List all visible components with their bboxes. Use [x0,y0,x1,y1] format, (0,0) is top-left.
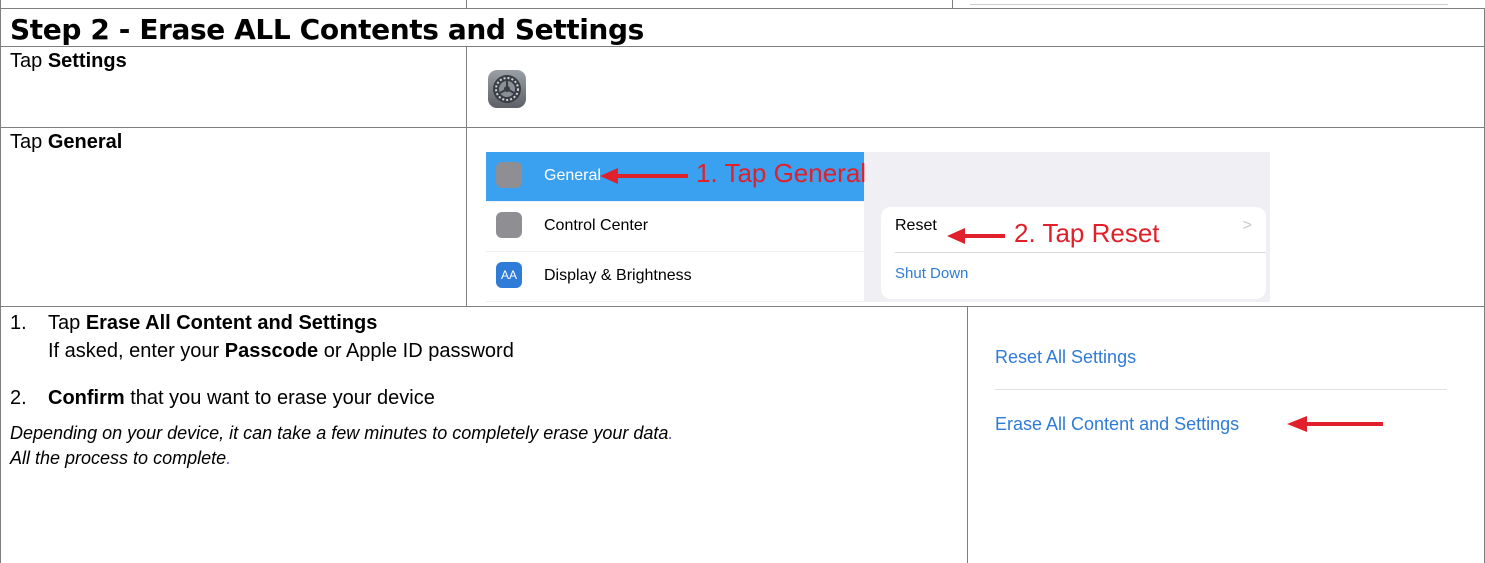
table-border [0,306,1485,307]
note-line-1: Depending on your device, it can take a … [10,423,674,443]
red-arrow-icon [1287,416,1383,432]
table-border [0,8,1485,9]
settings-item-display: AA Display & Brightness [486,252,864,301]
step-1-text: Tap Erase All Content and Settings [48,312,378,334]
step-1: 1. [10,312,27,334]
red-arrow-icon [600,168,688,184]
settings-app-icon [488,70,526,108]
erase-all-content: Erase All Content and Settings [995,414,1240,434]
table-border [0,46,1485,47]
divider [995,389,1447,390]
red-arrow-icon [947,228,1005,244]
top-strip-cell [0,0,467,8]
divider [895,252,1266,253]
step-tap-settings: Tap Settings [10,50,127,72]
table-border [0,127,1485,128]
table-border [967,306,968,563]
gear-icon [496,162,522,188]
step-1-subtext: If asked, enter your Passcode or Apple I… [48,340,514,362]
gear-icon [493,75,521,103]
toggle-icon [496,212,522,238]
general-reset-screenshot: General Control Center AA Display & Brig… [486,152,1270,302]
annotation-tap-general: 1. Tap General [696,158,867,188]
table-border [466,46,467,306]
step-tap-general: Tap General [10,131,123,153]
table-border [0,8,1,563]
top-strip-line [970,4,1448,5]
settings-item-control-center: Control Center [486,202,864,251]
step-2-text: Confirm that you want to erase your devi… [48,387,435,409]
page-title: Step 2 - Erase ALL Contents and Settings [10,13,644,46]
chevron-right-icon: > [1242,217,1252,234]
top-strip-cell [466,0,953,8]
reset-all-settings: Reset All Settings [995,347,1137,367]
display-icon: AA [496,262,522,288]
note-line-2: All the process to complete. [10,448,232,468]
step-2: 2. [10,387,27,409]
annotation-tap-reset: 2. Tap Reset [1014,218,1160,248]
